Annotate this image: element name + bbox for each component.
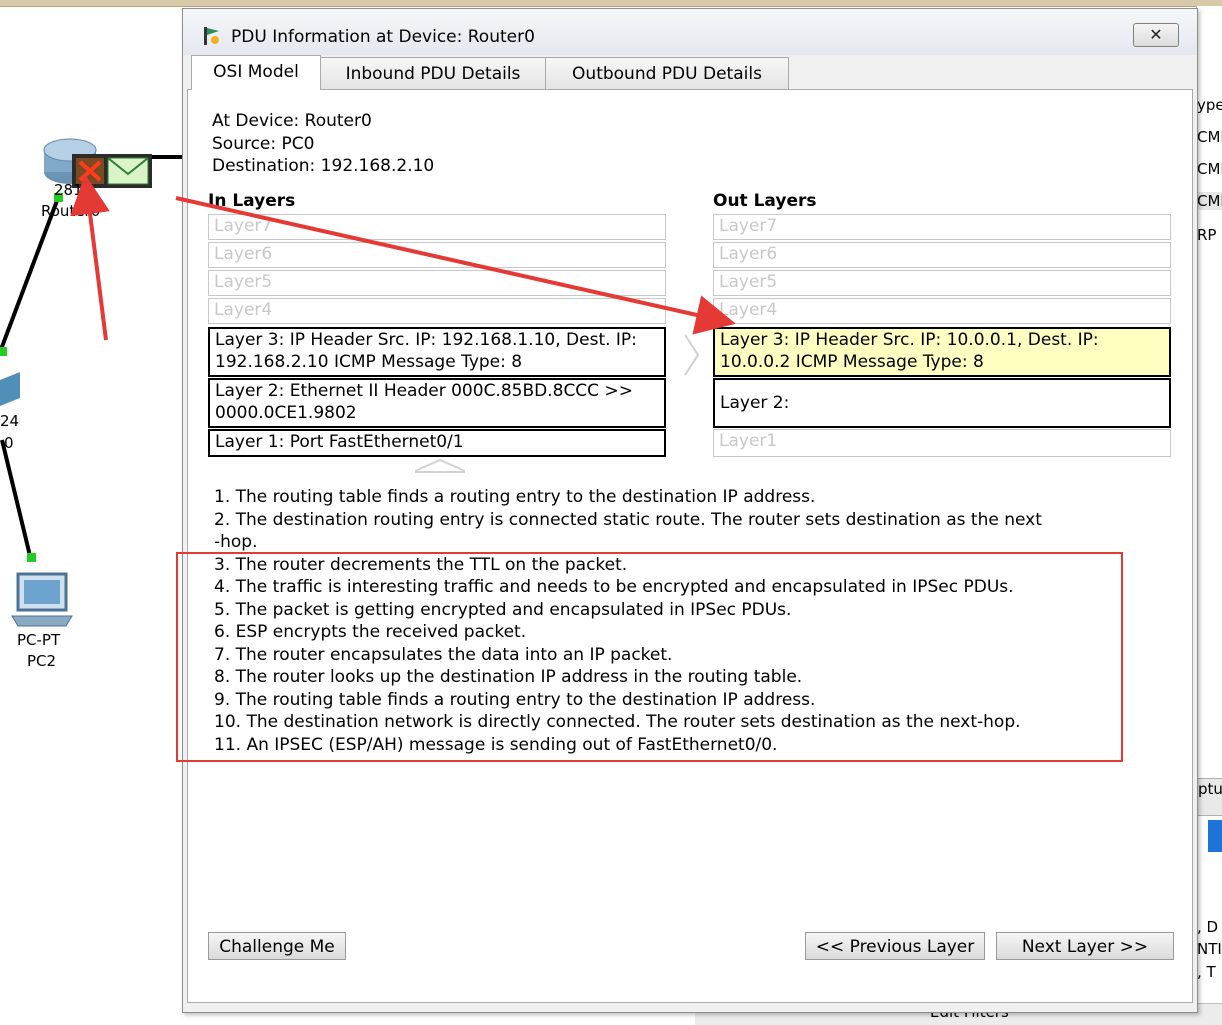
- background-button-text: ptu: [1198, 780, 1222, 798]
- port-up-indicator: [0, 347, 7, 356]
- pdu-info-dialog: PDU Information at Device: Router0 ✕ OSI…: [182, 8, 1198, 1013]
- chevron-right-icon: [684, 334, 700, 376]
- in-layer-4[interactable]: Layer4: [208, 298, 666, 324]
- background-button-frag: ptu: [1197, 778, 1222, 816]
- switch-label-frag2: 0: [4, 434, 14, 452]
- event-list-frag: CMI: [1197, 128, 1222, 146]
- dialog-title: PDU Information at Device: Router0: [231, 27, 535, 47]
- tab-label: Inbound PDU Details: [345, 64, 521, 84]
- source-text: Source: PC0: [212, 134, 315, 154]
- filter-frag: , T: [1197, 963, 1216, 981]
- in-layer-2[interactable]: Layer 2: Ethernet II Header 000C.85BD.8C…: [208, 378, 666, 428]
- tab-osi-model[interactable]: OSI Model: [191, 55, 321, 90]
- out-layer-1[interactable]: Layer1: [713, 429, 1171, 457]
- out-layer-5[interactable]: Layer5: [713, 270, 1171, 296]
- out-layer-4[interactable]: Layer4: [713, 298, 1171, 324]
- pc-icon[interactable]: [8, 570, 78, 632]
- router-name-label: Router0: [41, 202, 101, 220]
- router-model-label: 2811: [54, 181, 93, 199]
- tab-label: Outbound PDU Details: [572, 64, 762, 84]
- in-layer-1[interactable]: Layer 1: Port FastEthernet0/1: [208, 429, 666, 457]
- chevron-up-icon: [414, 458, 466, 473]
- previous-layer-button[interactable]: << Previous Layer: [805, 932, 985, 960]
- event-list-frag: CMI: [1197, 192, 1222, 210]
- dialog-titlebar[interactable]: PDU Information at Device: Router0 ✕: [183, 9, 1197, 55]
- close-button[interactable]: ✕: [1133, 23, 1179, 47]
- switch-icon[interactable]: [0, 372, 22, 412]
- out-layer-3[interactable]: Layer 3: IP Header Src. IP: 10.0.0.1, De…: [713, 327, 1171, 377]
- event-list-frag: CMI: [1197, 160, 1222, 178]
- link-router-switch: [0, 197, 60, 353]
- close-icon: ✕: [1149, 25, 1163, 44]
- step-item: -hop.: [214, 532, 258, 552]
- pc-name-label: PC2: [27, 652, 57, 670]
- annotation-highlight-box: [176, 552, 1123, 762]
- in-layer-3[interactable]: Layer 3: IP Header Src. IP: 192.168.1.10…: [208, 327, 666, 377]
- event-list-frag: ype: [1197, 96, 1222, 114]
- switch-label-frag: 24: [0, 412, 20, 430]
- filter-frag: , D: [1197, 918, 1219, 936]
- port-up-indicator: [27, 553, 36, 562]
- next-layer-button[interactable]: Next Layer >>: [996, 932, 1174, 960]
- event-list-frag: RP: [1197, 226, 1217, 244]
- tab-outbound-pdu-details[interactable]: Outbound PDU Details: [545, 57, 789, 90]
- in-layer-7[interactable]: Layer7: [208, 214, 666, 240]
- in-layers-heading: In Layers: [208, 191, 296, 211]
- step-item: 2. The destination routing entry is conn…: [214, 509, 1042, 530]
- in-layer-5[interactable]: Layer5: [208, 270, 666, 296]
- tab-inbound-pdu-details[interactable]: Inbound PDU Details: [319, 57, 547, 90]
- packet-tracer-icon: [204, 27, 219, 45]
- tab-label: OSI Model: [213, 62, 299, 82]
- link-switch-pc: [0, 439, 33, 561]
- in-layer-6[interactable]: Layer6: [208, 242, 666, 268]
- pc-type-label: PC-PT: [17, 631, 61, 649]
- background-blue-frag: [1208, 820, 1222, 852]
- challenge-me-button[interactable]: Challenge Me: [208, 932, 346, 960]
- at-device-text: At Device: Router0: [212, 111, 372, 131]
- out-layer-7[interactable]: Layer7: [713, 214, 1171, 240]
- destination-text: Destination: 192.168.2.10: [212, 156, 435, 176]
- out-layer-2[interactable]: Layer 2:: [713, 378, 1171, 428]
- out-layer-6[interactable]: Layer6: [713, 242, 1171, 268]
- background-panel-edge: [1196, 6, 1222, 1024]
- filter-frag: NTI: [1197, 940, 1222, 958]
- step-item: 1. The routing table finds a routing ent…: [214, 487, 816, 507]
- osi-model-panel: At Device: Router0 Source: PC0 Destinati…: [187, 89, 1193, 1003]
- out-layers-heading: Out Layers: [713, 191, 817, 211]
